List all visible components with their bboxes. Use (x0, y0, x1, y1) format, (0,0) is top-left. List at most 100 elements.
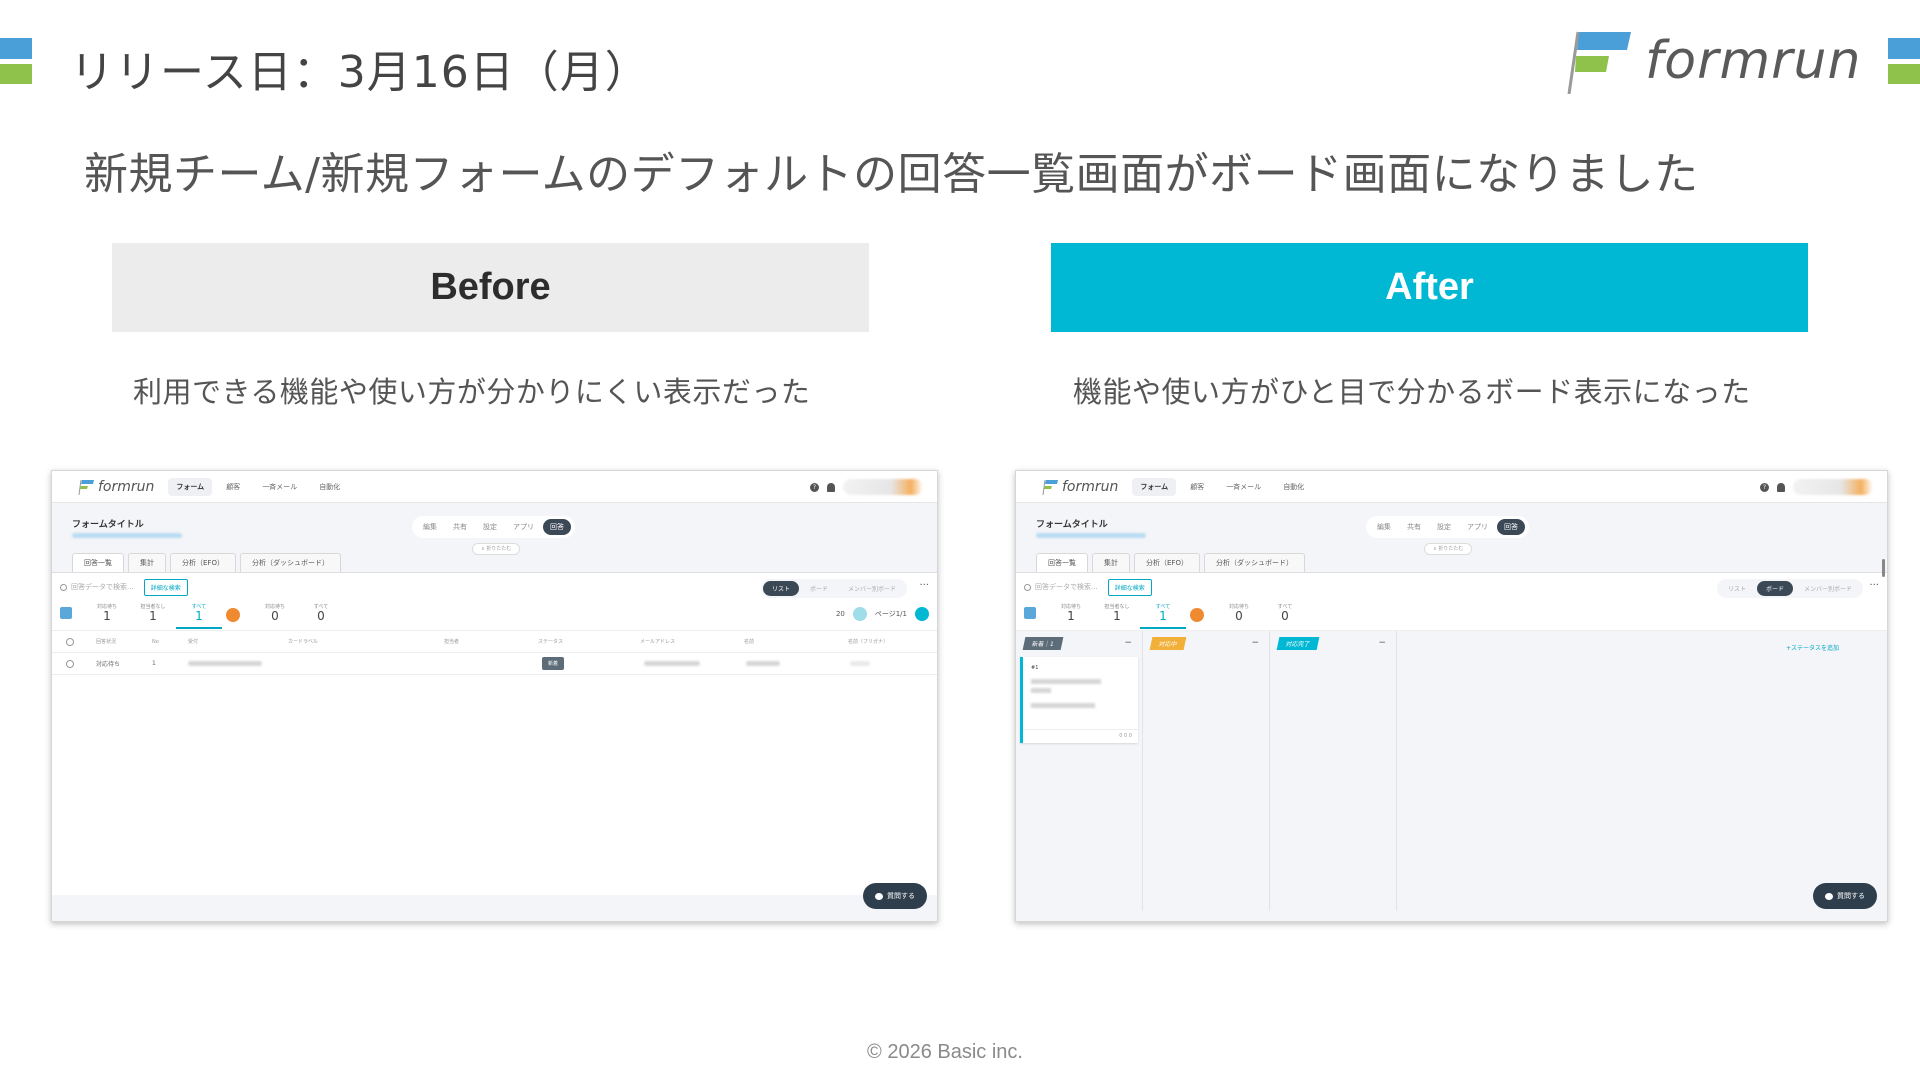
tab-dashboard[interactable]: 分析（ダッシュボード） (1203, 553, 1305, 572)
stat-member-pending[interactable]: 対応待ち 0 (252, 601, 298, 623)
subtab-responses[interactable]: 回答 (543, 519, 571, 535)
after-banner: After (1051, 243, 1808, 332)
subtab-share[interactable]: 共有 (446, 519, 474, 535)
help-icon[interactable]: ? (810, 482, 819, 492)
collapse-column-button[interactable]: − (1251, 638, 1259, 648)
board-column-in-progress: 対応中 − (1143, 631, 1270, 911)
collapse-column-button[interactable]: − (1378, 638, 1386, 648)
tab-summary[interactable]: 集計 (128, 553, 166, 572)
tab-efo[interactable]: 分析（EFO） (1134, 553, 1200, 572)
nav-forms[interactable]: フォーム (168, 477, 213, 496)
help-icon[interactable]: ? (1760, 482, 1769, 492)
received-at (188, 661, 262, 666)
toolbar: 回答データで検索... 詳細な検索 リスト ボード メンバー別ボード ··· (1016, 573, 1887, 601)
more-menu-button[interactable]: ··· (1869, 580, 1879, 591)
view-board-button[interactable]: ボード (1756, 581, 1793, 596)
board-area: 新着｜1 − #1 0 0 0 対応中 − 対応完了 − +ステータスを追加 (1016, 631, 1887, 911)
status-badge[interactable]: 新着 (542, 657, 565, 670)
stat-member-all[interactable]: すべて 0 (1262, 601, 1308, 623)
tab-response-list[interactable]: 回答一覧 (72, 553, 124, 572)
form-icon (60, 607, 72, 619)
name-cell (746, 661, 781, 666)
copyright: © 2026 Basic inc. (867, 1041, 1023, 1063)
form-url[interactable] (72, 533, 182, 538)
advanced-search-button[interactable]: 詳細な検索 (1107, 578, 1152, 596)
nav-bulk-mail[interactable]: 一斉メール (1218, 478, 1269, 496)
subtab-settings[interactable]: 設定 (476, 519, 504, 535)
stat-pending[interactable]: 対応待ち 1 (84, 601, 130, 623)
collapse-column-button[interactable]: − (1124, 638, 1132, 648)
stat-all[interactable]: すべて 1 (1140, 601, 1186, 629)
prev-page-button[interactable] (852, 607, 867, 621)
user-menu[interactable] (843, 479, 923, 495)
view-member-board-button[interactable]: メンバー別ボード (1795, 581, 1861, 596)
collapse-button[interactable]: ∧ 折りたたむ (472, 543, 521, 555)
nav-automation[interactable]: 自動化 (1275, 478, 1312, 496)
subtab-edit[interactable]: 編集 (416, 519, 444, 535)
select-all-radio[interactable] (66, 637, 74, 646)
form-header: フォームタイトル 編集 共有 設定 アプリ 回答 ∧ 折りたたむ (52, 503, 937, 555)
table-row[interactable]: 対応待ち 1 新着 (52, 653, 937, 675)
stat-pending[interactable]: 対応待ち 1 (1048, 601, 1094, 623)
email-cell (644, 661, 701, 666)
nav-bulk-mail[interactable]: 一斉メール (254, 478, 305, 496)
brand-name: formrun (1645, 31, 1862, 91)
stat-member-all[interactable]: すべて 0 (298, 601, 344, 623)
form-subtabs: 編集 共有 設定 アプリ 回答 (412, 516, 575, 538)
advanced-search-button[interactable]: 詳細な検索 (143, 578, 188, 596)
card-number: #1 (1031, 665, 1039, 671)
next-page-button[interactable] (915, 607, 929, 621)
member-avatar[interactable] (226, 608, 240, 622)
form-subtabs: 編集 共有 設定 アプリ 回答 (1366, 516, 1529, 538)
subtab-edit[interactable]: 編集 (1370, 519, 1398, 535)
chat-icon (1825, 892, 1833, 900)
row-radio[interactable] (66, 659, 74, 668)
app-logo[interactable]: formrun (1042, 479, 1118, 495)
nav-customers[interactable]: 顧客 (1182, 478, 1212, 496)
after-screenshot: formrun フォーム 顧客 一斉メール 自動化 ? フォームタイトル 編集 … (1015, 470, 1888, 922)
question-button[interactable]: 質問する (863, 883, 927, 909)
subtab-settings[interactable]: 設定 (1430, 519, 1458, 535)
stat-unassigned[interactable]: 担当者なし 1 (130, 601, 176, 623)
collapse-button[interactable]: ∧ 折りたたむ (1424, 543, 1473, 555)
question-button[interactable]: 質問する (1813, 883, 1877, 909)
app-nav: formrun フォーム 顧客 一斉メール 自動化 ? (1016, 471, 1887, 503)
nav-automation[interactable]: 自動化 (311, 478, 348, 496)
bell-icon[interactable] (1777, 482, 1785, 492)
after-caption: 機能や使い方がひと目で分かるボード表示になった (1073, 375, 1751, 409)
stat-unassigned[interactable]: 担当者なし 1 (1094, 601, 1140, 623)
card-meta: 0 0 0 (1023, 729, 1138, 743)
scrollbar[interactable] (1882, 559, 1885, 577)
subtab-apps[interactable]: アプリ (1460, 519, 1495, 535)
before-banner: Before (112, 243, 869, 332)
response-card[interactable]: #1 0 0 0 (1020, 657, 1138, 743)
subtab-apps[interactable]: アプリ (506, 519, 541, 535)
view-list-button[interactable]: リスト (762, 581, 799, 596)
formrun-logo-icon (78, 479, 94, 495)
view-member-board-button[interactable]: メンバー別ボード (839, 581, 905, 596)
tab-efo[interactable]: 分析（EFO） (170, 553, 236, 572)
bell-icon[interactable] (827, 482, 835, 492)
add-status-button[interactable]: +ステータスを追加 (1786, 643, 1839, 652)
stat-all[interactable]: すべて 1 (176, 601, 222, 629)
view-list-button[interactable]: リスト (1719, 581, 1755, 596)
tab-summary[interactable]: 集計 (1092, 553, 1130, 572)
nav-forms[interactable]: フォーム (1132, 477, 1177, 496)
tab-response-list[interactable]: 回答一覧 (1036, 553, 1088, 572)
search-input[interactable]: 回答データで検索... (1024, 582, 1098, 592)
nav-customers[interactable]: 顧客 (218, 478, 248, 496)
user-menu[interactable] (1793, 479, 1873, 495)
subtab-responses[interactable]: 回答 (1497, 519, 1525, 535)
subtab-share[interactable]: 共有 (1400, 519, 1428, 535)
tab-dashboard[interactable]: 分析（ダッシュボード） (239, 553, 341, 572)
chat-icon (875, 892, 883, 900)
member-avatar[interactable] (1190, 608, 1204, 622)
search-input[interactable]: 回答データで検索... (60, 582, 134, 592)
stat-member-pending[interactable]: 対応待ち 0 (1216, 601, 1262, 623)
form-url[interactable] (1036, 533, 1146, 538)
per-page-select[interactable]: 20 (836, 610, 845, 618)
more-menu-button[interactable]: ··· (919, 580, 929, 591)
app-logo[interactable]: formrun (78, 479, 154, 495)
before-screenshot: formrun フォーム 顧客 一斉メール 自動化 ? フォームタイトル 編集 … (51, 470, 938, 922)
view-board-button[interactable]: ボード (801, 581, 837, 596)
